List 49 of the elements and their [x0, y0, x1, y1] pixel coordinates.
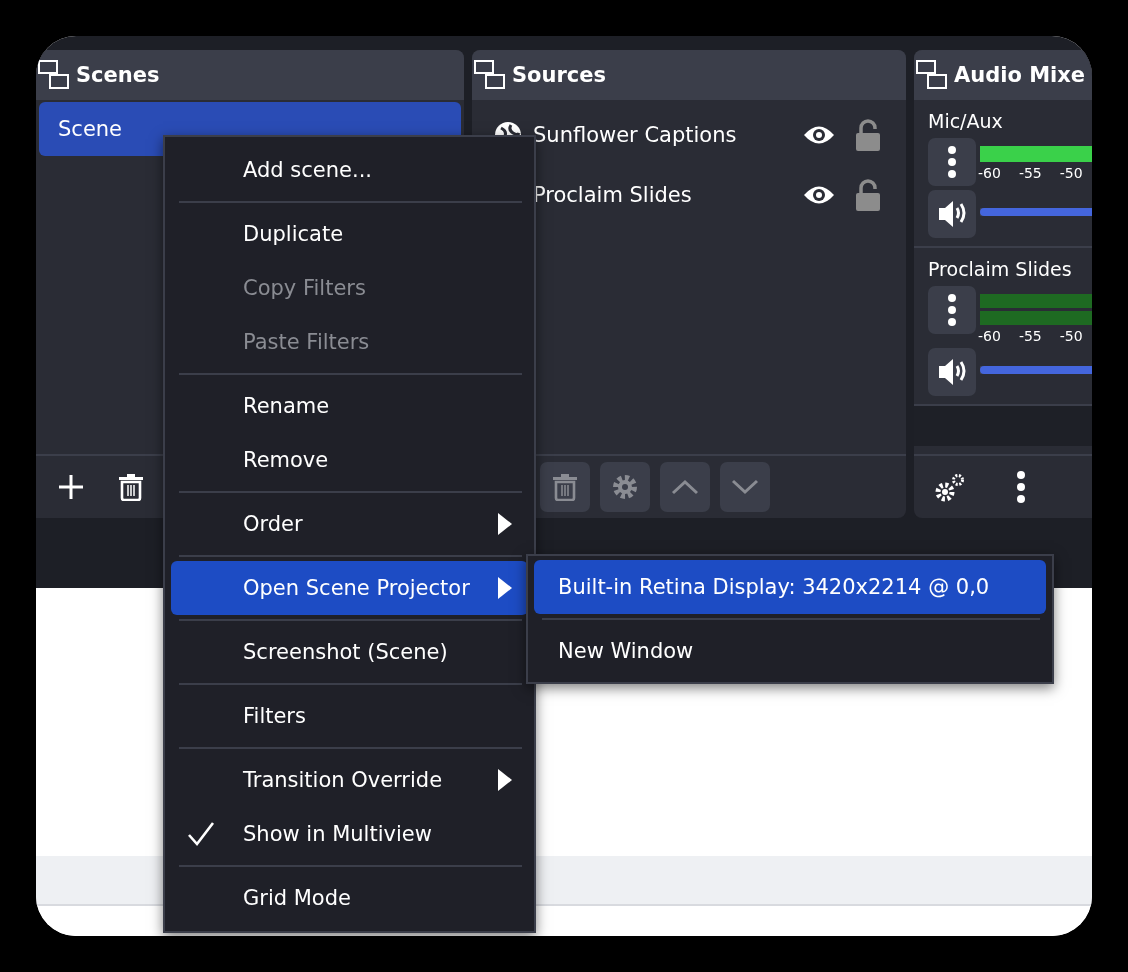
mute-button[interactable]	[928, 348, 976, 396]
meter-tick-label: -60	[978, 328, 1001, 344]
channel-name: Proclaim Slides	[928, 258, 1073, 280]
chevron-up-icon	[671, 479, 699, 495]
menu-item[interactable]: Transition Override	[171, 753, 528, 807]
source-label[interactable]: Sunflower Captions	[533, 123, 803, 147]
more-icon	[1015, 471, 1027, 503]
menu-item[interactable]: Remove	[171, 433, 528, 487]
chevron-down-icon	[731, 479, 759, 495]
eye-icon[interactable]	[803, 184, 835, 206]
gear-icon	[611, 473, 639, 501]
menu-item[interactable]: Order	[171, 497, 528, 551]
more-icon	[946, 294, 958, 326]
channel-name: Mic/Aux	[928, 110, 1004, 132]
panel-title: Scenes	[76, 63, 160, 87]
menu-item[interactable]: Open Scene Projector	[171, 561, 528, 615]
plus-icon	[57, 473, 85, 501]
settings-button[interactable]	[600, 462, 650, 512]
menu-item[interactable]: Show in Multiview	[171, 807, 528, 861]
menu-item[interactable]: Filters	[171, 689, 528, 743]
more-icon	[946, 146, 958, 178]
gears-icon	[933, 472, 965, 502]
options-button[interactable]	[928, 286, 976, 334]
volume-slider[interactable]	[980, 366, 1092, 374]
meter-tick-label: -60	[978, 165, 1001, 181]
meter-tick-label: -50	[1059, 328, 1083, 344]
volume-slider[interactable]	[980, 208, 1092, 216]
menu-item[interactable]: Screenshot (Scene)	[171, 625, 528, 679]
mute-button[interactable]	[928, 190, 976, 238]
trash-icon	[552, 473, 578, 501]
unlocked-lock-icon[interactable]	[855, 119, 881, 151]
menu-item[interactable]: Rename	[171, 379, 528, 433]
meter-tick-label: -50	[1059, 165, 1083, 181]
unlocked-lock-icon[interactable]	[855, 179, 881, 211]
menu-item[interactable]: New Window	[534, 624, 1046, 678]
speaker-icon	[937, 199, 967, 229]
speaker-icon	[937, 357, 967, 387]
meter-tick-label: -55	[1018, 165, 1042, 181]
meter-tick-label: -55	[1018, 328, 1042, 344]
options-button[interactable]	[928, 138, 976, 186]
menu-item[interactable]: Grid Mode	[171, 871, 528, 925]
panel-title: Audio Mixe	[954, 63, 1086, 87]
eye-icon[interactable]	[803, 124, 835, 146]
trash-icon	[118, 473, 144, 501]
move-down-button[interactable]	[720, 462, 770, 512]
move-up-button[interactable]	[660, 462, 710, 512]
panel-title: Sources	[512, 63, 607, 87]
menu-item[interactable]: Built-in Retina Display: 3420x2214 @ 0,0	[534, 560, 1046, 614]
menu-item[interactable]: Duplicate	[171, 207, 528, 261]
